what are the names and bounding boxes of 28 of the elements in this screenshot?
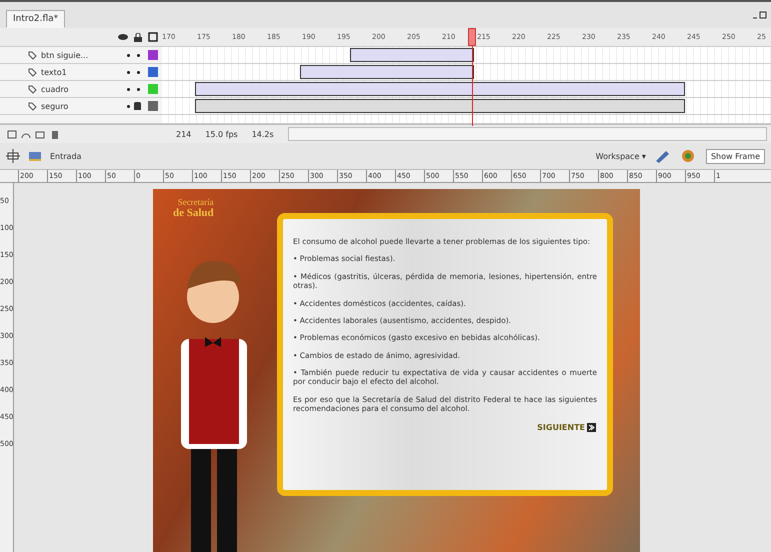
horizontal-scrollbar[interactable] — [288, 127, 767, 141]
zoom-field[interactable]: Show Frame — [706, 148, 765, 164]
scene-name[interactable]: Entrada — [50, 152, 82, 160]
next-button[interactable]: SIGUIENTE — [536, 422, 597, 432]
tween-span[interactable] — [195, 99, 685, 113]
scene-icon — [28, 150, 42, 162]
tween-span[interactable] — [300, 65, 474, 79]
document-tab[interactable]: Intro2.fla* — [6, 10, 66, 28]
layer-color-swatch[interactable] — [148, 50, 158, 60]
elapsed-time: 14.2s — [252, 130, 274, 138]
lock-icon[interactable] — [134, 102, 141, 110]
frame-rate: 15.0 fps — [205, 130, 238, 138]
layer-color-swatch[interactable] — [148, 67, 158, 77]
logo-text: de Salud — [173, 207, 214, 219]
layer-color-swatch[interactable] — [148, 101, 158, 111]
current-frame: 214 — [176, 130, 192, 138]
stage-icon[interactable] — [6, 149, 20, 163]
tween-span[interactable] — [195, 82, 685, 96]
logo-text: Secretaría — [178, 197, 214, 207]
playhead-handle[interactable] — [468, 28, 476, 46]
window-controls-icon[interactable] — [753, 11, 767, 19]
layer-color-swatch[interactable] — [148, 84, 158, 94]
workspace-menu[interactable]: Workspace ▾ — [596, 152, 646, 160]
outline-icon[interactable] — [148, 32, 158, 42]
lock-icon[interactable] — [134, 32, 142, 42]
tween-span[interactable] — [350, 48, 474, 62]
eye-icon[interactable] — [118, 33, 128, 41]
next-arrow-icon — [587, 422, 596, 432]
